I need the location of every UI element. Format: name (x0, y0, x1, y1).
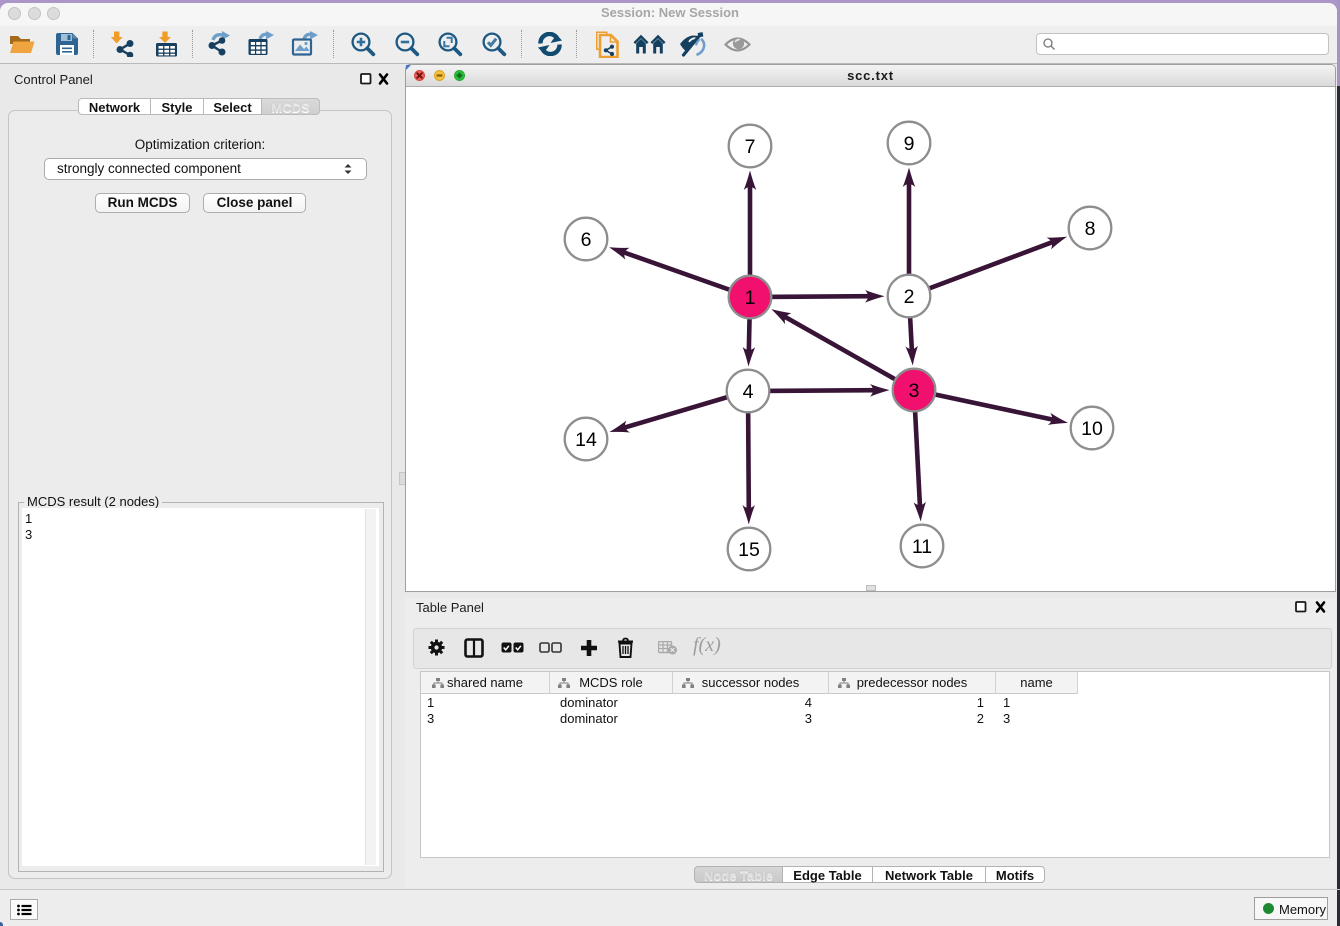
svg-text:4: 4 (743, 381, 754, 403)
svg-text:14: 14 (575, 429, 597, 451)
svg-text:7: 7 (745, 136, 756, 158)
svg-text:6: 6 (581, 229, 592, 251)
svg-text:8: 8 (1085, 218, 1096, 240)
svg-text:2: 2 (904, 286, 915, 308)
svg-text:9: 9 (904, 133, 915, 155)
svg-text:10: 10 (1081, 418, 1103, 440)
svg-text:1: 1 (745, 287, 756, 309)
svg-text:3: 3 (909, 380, 920, 402)
svg-text:11: 11 (912, 536, 932, 558)
svg-text:15: 15 (738, 539, 760, 561)
